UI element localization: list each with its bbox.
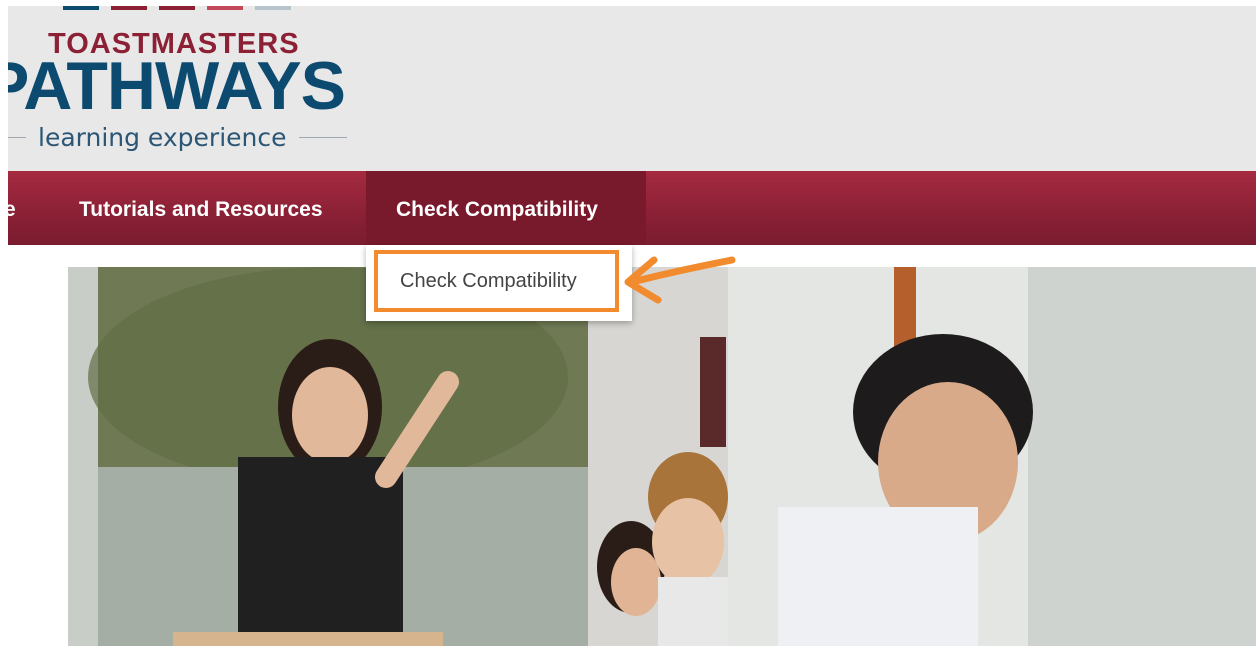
hero-image bbox=[68, 267, 1256, 646]
logo-tagline-row: learning experience bbox=[8, 123, 347, 152]
nav-item-tutorials[interactable]: Tutorials and Resources bbox=[79, 171, 323, 245]
logo-color-bars bbox=[63, 6, 291, 10]
divider bbox=[8, 137, 26, 138]
logo-brand-main[interactable]: PATHWAYS bbox=[8, 52, 346, 120]
site-header: TOASTMASTERS PATHWAYS learning experienc… bbox=[8, 6, 1256, 171]
main-nav: e Tutorials and Resources Check Compatib… bbox=[8, 171, 1256, 245]
nav-item-partial[interactable]: e bbox=[8, 171, 16, 245]
annotation-arrow-icon bbox=[624, 256, 736, 304]
dropdown-item-check-compatibility[interactable]: Check Compatibility bbox=[374, 250, 619, 312]
nav-item-check-compatibility[interactable]: Check Compatibility bbox=[366, 171, 646, 245]
logo-tagline: learning experience bbox=[38, 123, 287, 152]
hero-photo-illustration bbox=[68, 267, 1256, 646]
nav-dropdown-menu: Check Compatibility bbox=[366, 245, 632, 321]
divider bbox=[298, 137, 347, 138]
